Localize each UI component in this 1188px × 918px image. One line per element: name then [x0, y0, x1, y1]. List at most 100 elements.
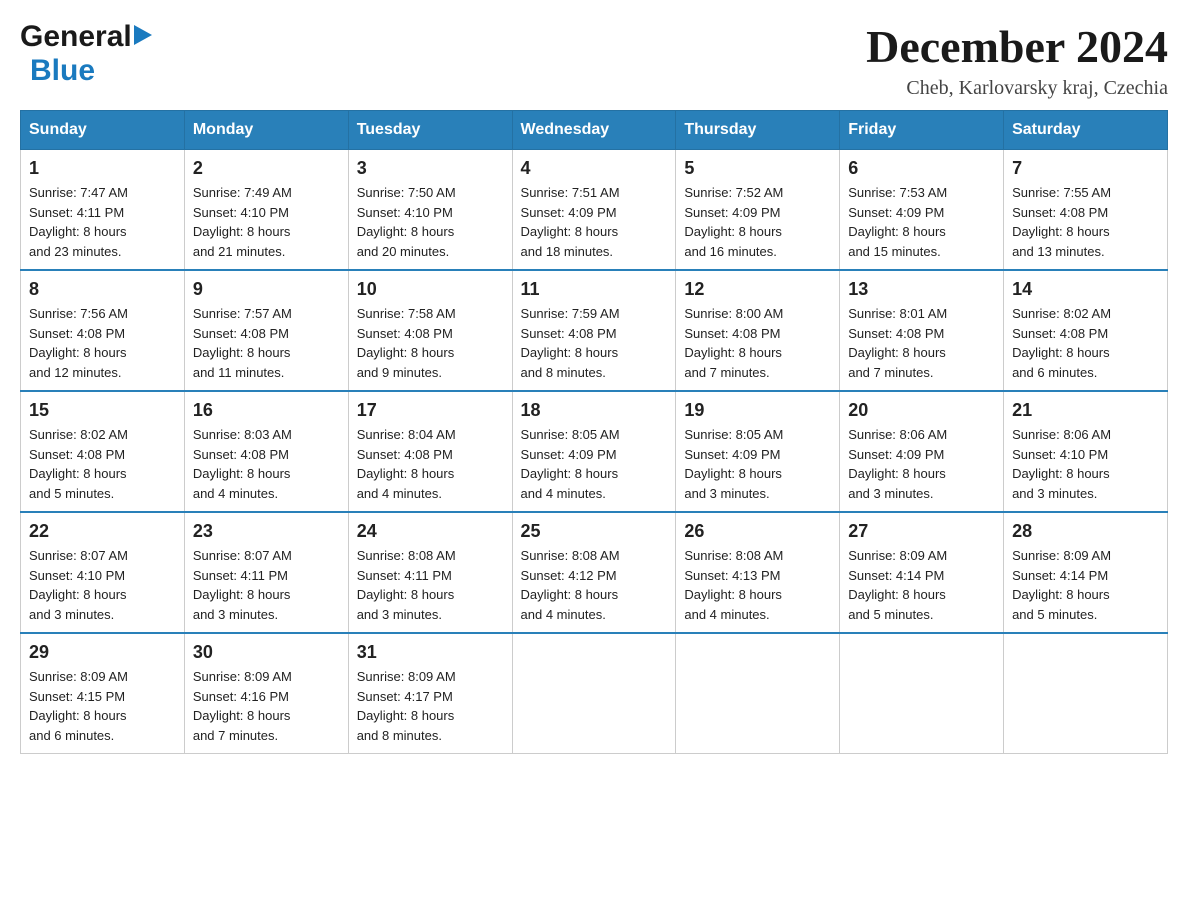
day-info: Sunrise: 8:06 AM Sunset: 4:10 PM Dayligh… [1012, 425, 1159, 503]
day-info: Sunrise: 7:56 AM Sunset: 4:08 PM Dayligh… [29, 304, 176, 382]
header-cell-tuesday: Tuesday [348, 111, 512, 150]
day-number: 21 [1012, 400, 1159, 421]
logo-blue-text: Blue [30, 54, 95, 88]
day-cell [840, 633, 1004, 754]
day-number: 8 [29, 279, 176, 300]
day-info: Sunrise: 8:09 AM Sunset: 4:15 PM Dayligh… [29, 667, 176, 745]
day-number: 19 [684, 400, 831, 421]
calendar-table: SundayMondayTuesdayWednesdayThursdayFrid… [20, 110, 1168, 754]
day-cell: 21 Sunrise: 8:06 AM Sunset: 4:10 PM Dayl… [1004, 391, 1168, 512]
day-cell: 20 Sunrise: 8:06 AM Sunset: 4:09 PM Dayl… [840, 391, 1004, 512]
day-cell: 3 Sunrise: 7:50 AM Sunset: 4:10 PM Dayli… [348, 150, 512, 271]
day-number: 6 [848, 158, 995, 179]
day-info: Sunrise: 7:49 AM Sunset: 4:10 PM Dayligh… [193, 183, 340, 261]
day-info: Sunrise: 8:09 AM Sunset: 4:17 PM Dayligh… [357, 667, 504, 745]
day-cell: 29 Sunrise: 8:09 AM Sunset: 4:15 PM Dayl… [21, 633, 185, 754]
day-info: Sunrise: 8:09 AM Sunset: 4:14 PM Dayligh… [848, 546, 995, 624]
day-info: Sunrise: 7:53 AM Sunset: 4:09 PM Dayligh… [848, 183, 995, 261]
day-number: 12 [684, 279, 831, 300]
header-cell-monday: Monday [184, 111, 348, 150]
week-row-4: 22 Sunrise: 8:07 AM Sunset: 4:10 PM Dayl… [21, 512, 1168, 633]
day-number: 10 [357, 279, 504, 300]
day-cell: 16 Sunrise: 8:03 AM Sunset: 4:08 PM Dayl… [184, 391, 348, 512]
calendar-header: SundayMondayTuesdayWednesdayThursdayFrid… [21, 111, 1168, 150]
day-cell [1004, 633, 1168, 754]
day-info: Sunrise: 8:03 AM Sunset: 4:08 PM Dayligh… [193, 425, 340, 503]
day-cell: 28 Sunrise: 8:09 AM Sunset: 4:14 PM Dayl… [1004, 512, 1168, 633]
week-row-2: 8 Sunrise: 7:56 AM Sunset: 4:08 PM Dayli… [21, 270, 1168, 391]
day-cell: 1 Sunrise: 7:47 AM Sunset: 4:11 PM Dayli… [21, 150, 185, 271]
logo: General Blue [20, 20, 152, 88]
day-cell: 12 Sunrise: 8:00 AM Sunset: 4:08 PM Dayl… [676, 270, 840, 391]
day-cell: 22 Sunrise: 8:07 AM Sunset: 4:10 PM Dayl… [21, 512, 185, 633]
logo-arrow-icon [134, 24, 152, 51]
day-number: 17 [357, 400, 504, 421]
day-cell: 10 Sunrise: 7:58 AM Sunset: 4:08 PM Dayl… [348, 270, 512, 391]
day-info: Sunrise: 8:02 AM Sunset: 4:08 PM Dayligh… [1012, 304, 1159, 382]
day-cell: 31 Sunrise: 8:09 AM Sunset: 4:17 PM Dayl… [348, 633, 512, 754]
day-info: Sunrise: 8:00 AM Sunset: 4:08 PM Dayligh… [684, 304, 831, 382]
day-number: 27 [848, 521, 995, 542]
day-number: 30 [193, 642, 340, 663]
header-cell-wednesday: Wednesday [512, 111, 676, 150]
day-number: 14 [1012, 279, 1159, 300]
day-info: Sunrise: 7:50 AM Sunset: 4:10 PM Dayligh… [357, 183, 504, 261]
day-number: 3 [357, 158, 504, 179]
header-cell-friday: Friday [840, 111, 1004, 150]
day-cell: 23 Sunrise: 8:07 AM Sunset: 4:11 PM Dayl… [184, 512, 348, 633]
calendar-title: December 2024 [866, 20, 1168, 73]
header-cell-saturday: Saturday [1004, 111, 1168, 150]
title-section: December 2024 Cheb, Karlovarsky kraj, Cz… [866, 20, 1168, 100]
day-info: Sunrise: 7:58 AM Sunset: 4:08 PM Dayligh… [357, 304, 504, 382]
day-info: Sunrise: 7:59 AM Sunset: 4:08 PM Dayligh… [521, 304, 668, 382]
day-cell: 17 Sunrise: 8:04 AM Sunset: 4:08 PM Dayl… [348, 391, 512, 512]
day-info: Sunrise: 8:08 AM Sunset: 4:13 PM Dayligh… [684, 546, 831, 624]
day-info: Sunrise: 8:07 AM Sunset: 4:11 PM Dayligh… [193, 546, 340, 624]
day-info: Sunrise: 8:02 AM Sunset: 4:08 PM Dayligh… [29, 425, 176, 503]
day-cell: 2 Sunrise: 7:49 AM Sunset: 4:10 PM Dayli… [184, 150, 348, 271]
week-row-5: 29 Sunrise: 8:09 AM Sunset: 4:15 PM Dayl… [21, 633, 1168, 754]
day-info: Sunrise: 7:52 AM Sunset: 4:09 PM Dayligh… [684, 183, 831, 261]
day-cell: 24 Sunrise: 8:08 AM Sunset: 4:11 PM Dayl… [348, 512, 512, 633]
logo-general-text: General [20, 20, 132, 54]
day-cell: 11 Sunrise: 7:59 AM Sunset: 4:08 PM Dayl… [512, 270, 676, 391]
day-cell: 13 Sunrise: 8:01 AM Sunset: 4:08 PM Dayl… [840, 270, 1004, 391]
day-number: 13 [848, 279, 995, 300]
header-row: SundayMondayTuesdayWednesdayThursdayFrid… [21, 111, 1168, 150]
day-info: Sunrise: 7:47 AM Sunset: 4:11 PM Dayligh… [29, 183, 176, 261]
day-info: Sunrise: 8:09 AM Sunset: 4:14 PM Dayligh… [1012, 546, 1159, 624]
calendar-subtitle: Cheb, Karlovarsky kraj, Czechia [866, 77, 1168, 100]
page-header: General Blue December 2024 Cheb, Karlova… [20, 20, 1168, 100]
day-info: Sunrise: 8:04 AM Sunset: 4:08 PM Dayligh… [357, 425, 504, 503]
day-cell: 5 Sunrise: 7:52 AM Sunset: 4:09 PM Dayli… [676, 150, 840, 271]
day-info: Sunrise: 8:08 AM Sunset: 4:12 PM Dayligh… [521, 546, 668, 624]
day-cell: 27 Sunrise: 8:09 AM Sunset: 4:14 PM Dayl… [840, 512, 1004, 633]
day-info: Sunrise: 7:51 AM Sunset: 4:09 PM Dayligh… [521, 183, 668, 261]
day-info: Sunrise: 8:08 AM Sunset: 4:11 PM Dayligh… [357, 546, 504, 624]
day-cell [676, 633, 840, 754]
day-cell: 15 Sunrise: 8:02 AM Sunset: 4:08 PM Dayl… [21, 391, 185, 512]
day-info: Sunrise: 8:05 AM Sunset: 4:09 PM Dayligh… [684, 425, 831, 503]
day-number: 25 [521, 521, 668, 542]
day-info: Sunrise: 7:57 AM Sunset: 4:08 PM Dayligh… [193, 304, 340, 382]
day-cell: 26 Sunrise: 8:08 AM Sunset: 4:13 PM Dayl… [676, 512, 840, 633]
day-cell: 7 Sunrise: 7:55 AM Sunset: 4:08 PM Dayli… [1004, 150, 1168, 271]
day-number: 16 [193, 400, 340, 421]
day-number: 24 [357, 521, 504, 542]
day-cell [512, 633, 676, 754]
day-number: 15 [29, 400, 176, 421]
header-cell-thursday: Thursday [676, 111, 840, 150]
day-info: Sunrise: 7:55 AM Sunset: 4:08 PM Dayligh… [1012, 183, 1159, 261]
day-cell: 9 Sunrise: 7:57 AM Sunset: 4:08 PM Dayli… [184, 270, 348, 391]
day-number: 22 [29, 521, 176, 542]
header-cell-sunday: Sunday [21, 111, 185, 150]
day-number: 5 [684, 158, 831, 179]
day-cell: 6 Sunrise: 7:53 AM Sunset: 4:09 PM Dayli… [840, 150, 1004, 271]
week-row-1: 1 Sunrise: 7:47 AM Sunset: 4:11 PM Dayli… [21, 150, 1168, 271]
day-number: 20 [848, 400, 995, 421]
day-info: Sunrise: 8:07 AM Sunset: 4:10 PM Dayligh… [29, 546, 176, 624]
day-cell: 25 Sunrise: 8:08 AM Sunset: 4:12 PM Dayl… [512, 512, 676, 633]
day-cell: 19 Sunrise: 8:05 AM Sunset: 4:09 PM Dayl… [676, 391, 840, 512]
day-number: 1 [29, 158, 176, 179]
week-row-3: 15 Sunrise: 8:02 AM Sunset: 4:08 PM Dayl… [21, 391, 1168, 512]
